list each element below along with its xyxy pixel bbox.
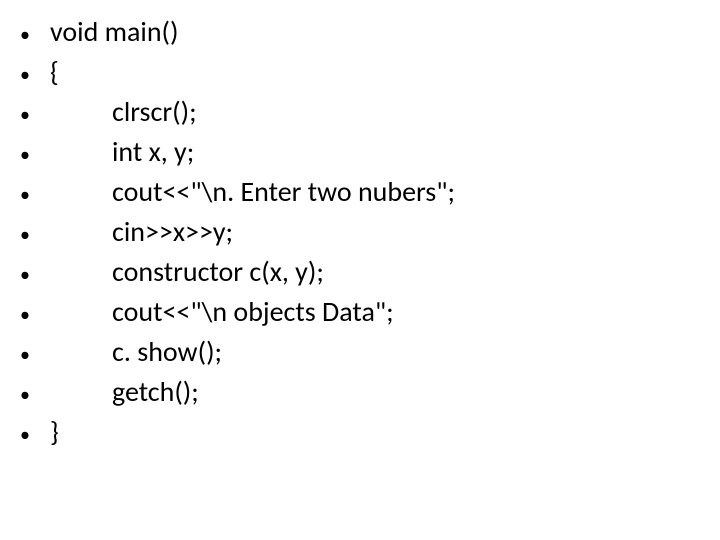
code-line: { (50, 58, 59, 86)
code-line: } (50, 418, 59, 446)
code-line: c. show(); (50, 338, 222, 366)
list-item: • void main() (0, 18, 720, 58)
list-item: • getch(); (0, 378, 720, 418)
list-item: • cout<<"\n objects Data"; (0, 298, 720, 338)
list-item: • { (0, 58, 720, 98)
bullet-icon: • (0, 98, 50, 125)
bullet-icon: • (0, 18, 50, 45)
list-item: • int x, y; (0, 138, 720, 178)
bullet-icon: • (0, 378, 50, 405)
bullet-icon: • (0, 258, 50, 285)
list-item: • cout<<"\n. Enter two nubers"; (0, 178, 720, 218)
code-line: cout<<"\n objects Data"; (50, 298, 394, 326)
bullet-icon: • (0, 218, 50, 245)
code-line: getch(); (50, 378, 199, 406)
bullet-icon: • (0, 58, 50, 85)
list-item: • c. show(); (0, 338, 720, 378)
code-line: clrscr(); (50, 98, 197, 126)
code-line: cout<<"\n. Enter two nubers"; (50, 178, 455, 206)
code-line: constructor c(x, y); (50, 258, 324, 286)
list-item: • constructor c(x, y); (0, 258, 720, 298)
bullet-icon: • (0, 178, 50, 205)
list-item: • } (0, 418, 720, 458)
list-item: • clrscr(); (0, 98, 720, 138)
code-line: void main() (50, 18, 179, 46)
bullet-icon: • (0, 338, 50, 365)
bullet-icon: • (0, 298, 50, 325)
list-item: • cin>>x>>y; (0, 218, 720, 258)
bullet-icon: • (0, 138, 50, 165)
code-line: cin>>x>>y; (50, 218, 233, 246)
code-line: int x, y; (50, 138, 194, 166)
bullet-icon: • (0, 418, 50, 445)
slide-content: • void main() • { • clrscr(); • int x, y… (0, 0, 720, 458)
